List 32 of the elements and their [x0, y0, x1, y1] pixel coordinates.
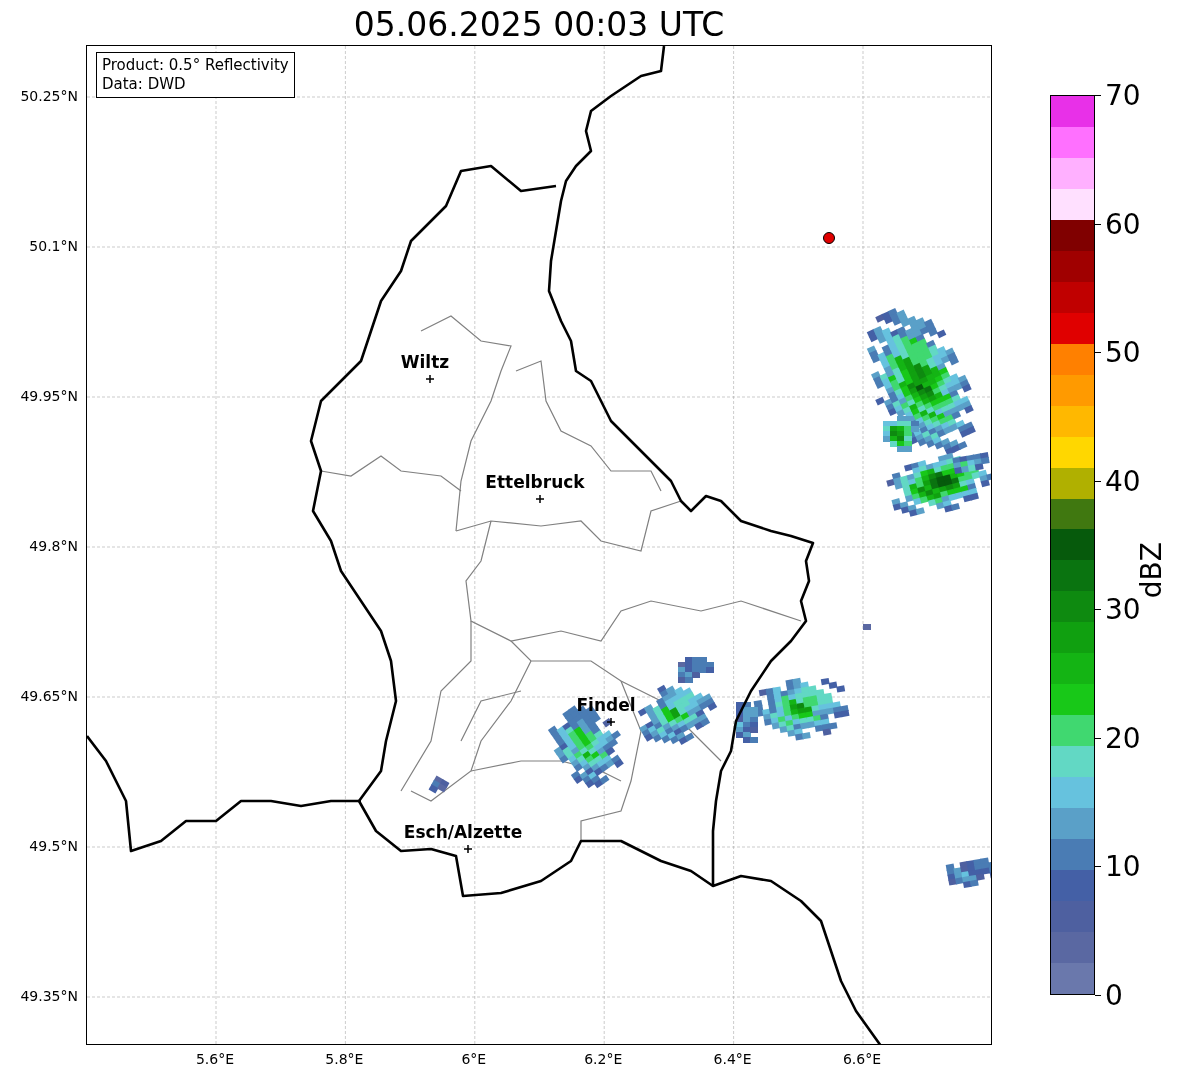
radar-site-marker	[823, 232, 835, 244]
colorbar-tick-label: 70	[1105, 78, 1141, 112]
colorbar-tick-label: 60	[1105, 207, 1141, 241]
longitude-label: 6°E	[461, 1051, 487, 1067]
colorbar-tick-label: 0	[1105, 978, 1123, 1012]
longitude-label: 5.6°E	[195, 1051, 235, 1067]
city-marker	[425, 374, 435, 384]
colorbar-tick-label: 10	[1105, 849, 1141, 883]
latitude-label: 50.25°N	[20, 88, 78, 104]
latitude-label: 49.8°N	[29, 538, 78, 554]
city-marker	[606, 717, 616, 727]
chart-title: 05.06.2025 00:03 UTC	[353, 4, 725, 44]
city-label: Ettelbruck	[485, 472, 585, 492]
latitude-label: 49.95°N	[20, 388, 78, 404]
city-marker	[463, 844, 473, 854]
colorbar-tick-label: 40	[1105, 464, 1141, 498]
colorbar-tick-label: 20	[1105, 721, 1141, 755]
longitude-label: 6.2°E	[584, 1051, 623, 1067]
city-label: Esch/Alzette	[403, 822, 523, 842]
colorbar-tick-label: 50	[1105, 335, 1141, 369]
latitude-label: 49.65°N	[20, 688, 78, 704]
info-text: Product: 0.5° Reflectivity	[102, 56, 289, 75]
longitude-label: 6.6°E	[842, 1051, 882, 1067]
longitude-label: 5.8°E	[325, 1051, 364, 1067]
latitude-label: 49.35°N	[20, 988, 78, 1004]
longitude-label: 6.4°E	[713, 1051, 752, 1067]
city-marker	[535, 494, 545, 504]
latitude-label: 49.5°N	[29, 838, 78, 854]
latitude-label: 50.1°N	[29, 238, 78, 254]
info-text: Data: DWD	[102, 75, 187, 94]
city-label: Findel	[576, 695, 636, 715]
city-label: Wiltz	[400, 352, 450, 372]
